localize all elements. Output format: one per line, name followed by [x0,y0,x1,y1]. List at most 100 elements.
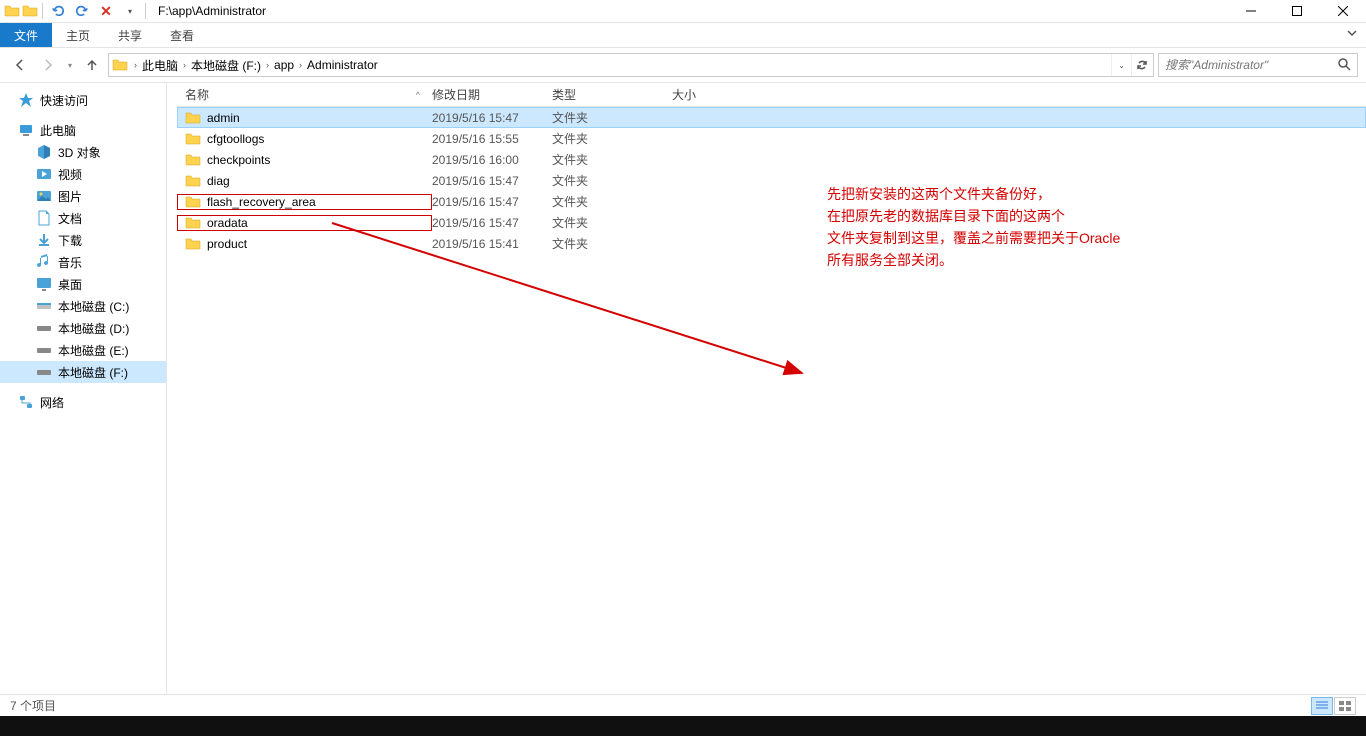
divider [42,3,43,19]
search-box[interactable] [1158,53,1358,77]
sidebar-3d-objects[interactable]: 3D 对象 [0,141,166,163]
file-name-cell: admin [177,110,432,126]
refresh-icon[interactable] [1131,54,1151,76]
tab-share[interactable]: 共享 [104,23,156,47]
chevron-right-icon[interactable]: › [183,60,186,70]
star-icon [18,92,34,108]
qat-dropdown-icon[interactable]: ▾ [119,0,141,22]
file-row[interactable]: checkpoints2019/5/16 16:00文件夹 [177,149,1366,170]
computer-icon [18,122,34,138]
sidebar-desktop[interactable]: 桌面 [0,273,166,295]
column-size[interactable]: 大小 [672,86,752,103]
folder-icon [185,110,201,126]
sidebar: 快速访问 此电脑 3D 对象 视频 图片 文档 下载 音乐 桌面 本地磁盘 (C… [0,83,167,694]
file-date-cell: 2019/5/16 15:47 [432,111,552,125]
file-row[interactable]: oradata2019/5/16 15:47文件夹 [177,212,1366,233]
folder-icon [185,173,201,189]
undo-icon[interactable] [47,0,69,22]
view-details-button[interactable] [1311,697,1333,715]
title-bar: ✕ ▾ F:\app\Administrator [0,0,1366,23]
drive-icon [36,320,52,336]
file-name-label: diag [207,174,230,188]
chevron-right-icon[interactable]: › [299,60,302,70]
minimize-button[interactable] [1228,0,1274,23]
search-input[interactable] [1165,58,1337,72]
sidebar-item-label: 下载 [58,232,82,249]
crumb-app[interactable]: app [272,54,296,76]
nav-up-button[interactable] [80,53,104,77]
search-icon[interactable] [1337,57,1351,74]
folder-icon [185,236,201,252]
sidebar-item-label: 本地磁盘 (F:) [58,364,128,381]
sidebar-this-pc[interactable]: 此电脑 [0,119,166,141]
drive-icon [36,342,52,358]
file-row[interactable]: flash_recovery_area2019/5/16 15:47文件夹 [177,191,1366,212]
ribbon-expand-icon[interactable] [1346,27,1358,42]
tab-view[interactable]: 查看 [156,23,208,47]
folder-icon [185,215,201,231]
sidebar-item-label: 快速访问 [40,92,88,109]
nav-bar: ▾ › 此电脑 › 本地磁盘 (F:) › app › Administrato… [0,48,1366,83]
file-name-label: admin [207,111,240,125]
sidebar-item-label: 网络 [40,394,64,411]
view-large-icons-button[interactable] [1334,697,1356,715]
file-date-cell: 2019/5/16 15:47 [432,216,552,230]
cube-icon [36,144,52,160]
taskbar [0,716,1366,736]
chevron-right-icon[interactable]: › [266,60,269,70]
file-list-pane: 名称^ 修改日期 类型 大小 admin2019/5/16 15:47文件夹cf… [167,83,1366,694]
file-name-cell: oradata [177,215,432,231]
file-row[interactable]: product2019/5/16 15:41文件夹 [177,233,1366,254]
sidebar-videos[interactable]: 视频 [0,163,166,185]
sidebar-documents[interactable]: 文档 [0,207,166,229]
sort-asc-icon: ^ [416,90,420,100]
address-bar[interactable]: › 此电脑 › 本地磁盘 (F:) › app › Administrator … [108,53,1154,77]
sidebar-disk-e[interactable]: 本地磁盘 (E:) [0,339,166,361]
sidebar-disk-f[interactable]: 本地磁盘 (F:) [0,361,166,383]
file-name-cell: checkpoints [177,152,432,168]
folder-icon [185,152,201,168]
file-date-cell: 2019/5/16 16:00 [432,153,552,167]
file-date-cell: 2019/5/16 15:55 [432,132,552,146]
music-icon [36,254,52,270]
sidebar-quick-access[interactable]: 快速访问 [0,89,166,111]
file-name-label: oradata [207,216,248,230]
sidebar-pictures[interactable]: 图片 [0,185,166,207]
sidebar-disk-d[interactable]: 本地磁盘 (D:) [0,317,166,339]
sidebar-network[interactable]: 网络 [0,391,166,413]
file-date-cell: 2019/5/16 15:47 [432,195,552,209]
redo-icon[interactable] [71,0,93,22]
column-name[interactable]: 名称^ [177,86,432,103]
close-button[interactable] [1320,0,1366,23]
file-name-cell: cfgtoollogs [177,131,432,147]
nav-forward-button[interactable] [36,53,60,77]
tab-home[interactable]: 主页 [52,23,104,47]
column-type[interactable]: 类型 [552,86,672,103]
sidebar-item-label: 音乐 [58,254,82,271]
tab-file[interactable]: 文件 [0,23,52,47]
sidebar-item-label: 本地磁盘 (D:) [58,320,129,337]
maximize-button[interactable] [1274,0,1320,23]
file-row[interactable]: admin2019/5/16 15:47文件夹 [177,107,1366,128]
column-date[interactable]: 修改日期 [432,86,552,103]
nav-recent-dropdown[interactable]: ▾ [64,53,76,77]
address-dropdown-icon[interactable]: ⌄ [1111,54,1131,76]
chevron-right-icon[interactable]: › [134,60,137,70]
crumb-drive[interactable]: 本地磁盘 (F:) [189,54,263,76]
nav-back-button[interactable] [8,53,32,77]
column-headers[interactable]: 名称^ 修改日期 类型 大小 [177,83,1366,107]
sidebar-disk-c[interactable]: 本地磁盘 (C:) [0,295,166,317]
file-date-cell: 2019/5/16 15:47 [432,174,552,188]
sidebar-music[interactable]: 音乐 [0,251,166,273]
sidebar-item-label: 本地磁盘 (E:) [58,342,129,359]
file-name-cell: product [177,236,432,252]
divider [145,3,146,19]
file-row[interactable]: diag2019/5/16 15:47文件夹 [177,170,1366,191]
ribbon-tabs: 文件 主页 共享 查看 [0,23,1366,48]
file-name-cell: diag [177,173,432,189]
crumb-administrator[interactable]: Administrator [305,54,380,76]
sidebar-downloads[interactable]: 下载 [0,229,166,251]
delete-icon[interactable]: ✕ [95,0,117,22]
file-row[interactable]: cfgtoollogs2019/5/16 15:55文件夹 [177,128,1366,149]
crumb-this-pc[interactable]: 此电脑 [140,54,180,76]
